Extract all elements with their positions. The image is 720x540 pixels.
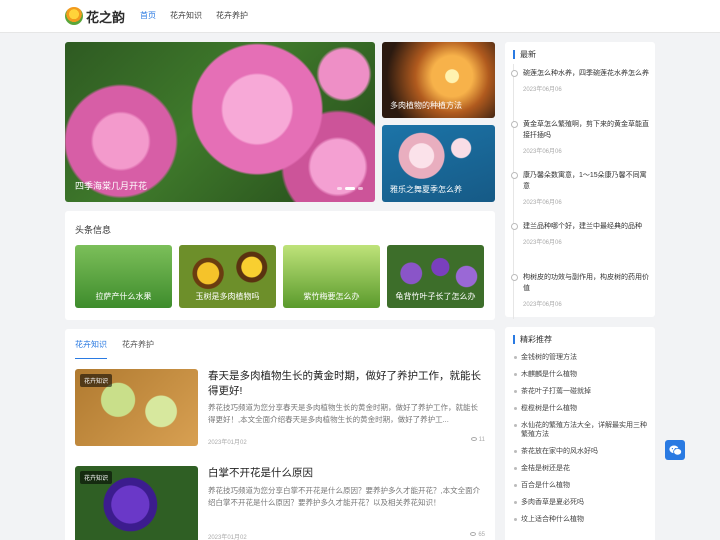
latest-item-date: 2023年06月06 — [523, 87, 562, 93]
nav-flower-care[interactable]: 花卉养护 — [216, 10, 248, 21]
recommend-item[interactable]: 茶花放在家中的风水好吗 — [513, 443, 651, 460]
flower-logo-icon — [65, 7, 83, 25]
logo-text: 花之韵 — [86, 9, 126, 25]
latest-item[interactable]: 碗莲怎么种水养，四季碗莲花水养怎么养 2023年06月06 — [511, 64, 651, 115]
recommend-item[interactable]: 榄榄树是什么植物 — [513, 400, 651, 417]
category-badge: 花卉知识 — [80, 374, 113, 387]
category-badge: 花卉知识 — [80, 471, 113, 484]
eye-icon — [470, 532, 477, 537]
latest-item-title: 碗莲怎么种水养，四季碗莲花水养怎么养 — [523, 70, 649, 77]
article-list-section: 花卉知识 花卉养护 花卉知识 春天是多肉植物生长的黄金时期，做好了养护工作，就能… — [65, 329, 495, 540]
article-item: 花卉知识 白掌不开花是什么原因 养花技巧频道为您分享白掌不开花是什么原因？要养护… — [75, 466, 485, 540]
hero-side-card-2[interactable]: 雅乐之舞夏季怎么养 — [382, 125, 495, 202]
view-count: 11 — [478, 437, 485, 443]
headline-item-caption: 玉树是多肉植物吗 — [195, 292, 260, 301]
article-views: 65 — [470, 532, 485, 540]
latest-item-date: 2023年06月06 — [523, 302, 562, 308]
latest-timeline: 碗莲怎么种水养，四季碗莲花水养怎么养 2023年06月06 黄金草怎么繁殖啊，剪下… — [511, 64, 651, 319]
article-date: 2023年01月02 — [208, 440, 247, 446]
article-title[interactable]: 白掌不开花是什么原因 — [208, 466, 485, 481]
article-date: 2023年01月02 — [208, 535, 247, 540]
latest-section: 最新 碗莲怎么种水养，四季碗莲花水养怎么养 2023年06月06 黄金草怎么繁殖啊… — [505, 42, 655, 319]
latest-item[interactable]: 建兰品种哪个好，建兰中最经典的品种 2023年06月06 — [511, 217, 651, 268]
article-tabs: 花卉知识 花卉养护 — [75, 339, 169, 359]
headline-item[interactable]: 拉萨产什么水果 — [75, 245, 172, 308]
article-desc: 养花技巧频道为您分享白掌不开花是什么原因？要养护多久才能开花？,本文全面介绍白掌… — [208, 486, 481, 507]
article-meta: 2023年01月02 65 — [208, 532, 485, 540]
latest-item-title: 康乃馨朵数寓意，1〜15朵康乃馨不同寓意 — [523, 172, 647, 190]
article-item: 花卉知识 春天是多肉植物生长的黄金时期，做好了养护工作，就能长得更好! 养花技巧… — [75, 369, 485, 449]
main-nav: 首页 花卉知识 花卉养护 — [140, 10, 262, 21]
latest-item-title: 建兰品种哪个好，建兰中最经典的品种 — [523, 223, 642, 230]
headline-thumbs: 拉萨产什么水果 玉树是多肉植物吗 紫竹梅要怎么办 龟背竹叶子长了怎么办 — [75, 245, 484, 308]
latest-item-date: 2023年06月06 — [523, 240, 562, 246]
recommend-item[interactable]: 金桔是树还是花 — [513, 460, 651, 477]
headline-title: 头条信息 — [75, 225, 112, 235]
recommend-item[interactable]: 百合是什么植物 — [513, 477, 651, 494]
latest-item[interactable]: 黄金草怎么繁殖啊，剪下来的黄金草能直接扦插吗 2023年06月06 — [511, 115, 651, 166]
recommend-item[interactable]: 茶花叶子打蔫一碰就掉 — [513, 383, 651, 400]
hero-side-caption-1: 多肉植物的种植方法 — [390, 101, 462, 110]
article-thumbnail[interactable]: 花卉知识 — [75, 369, 198, 446]
recommend-item[interactable]: 多肉香草是夏必死吗 — [513, 494, 651, 511]
latest-item[interactable]: 枸树皮的功效与副作用，构皮树的药用价值 2023年06月06 — [511, 268, 651, 319]
hero-side-card-1[interactable]: 多肉植物的种植方法 — [382, 42, 495, 118]
recommend-item[interactable]: 水仙花的繁殖方法大全，详解最实用三种繁殖方法 — [513, 417, 651, 443]
site-logo[interactable]: 花之韵 — [65, 6, 125, 26]
recommend-item[interactable]: 坟上适合种什么植物 — [513, 511, 651, 528]
latest-item-date: 2023年06月06 — [523, 149, 562, 155]
latest-item-title: 黄金草怎么繁殖啊，剪下来的黄金草能直接扦插吗 — [523, 121, 649, 139]
eye-icon — [470, 437, 477, 442]
recommend-list: 金钱树的管理方法 木麒麟是什么植物 茶花叶子打蔫一碰就掉 榄榄树是什么植物 水仙… — [513, 349, 651, 528]
hero-main-slide[interactable]: 四季海棠几月开花 — [65, 42, 375, 202]
carousel-dot-active[interactable] — [345, 187, 355, 190]
headline-item-caption: 紫竹梅要怎么办 — [303, 292, 360, 301]
recommend-item[interactable]: 木麒麟是什么植物 — [513, 366, 651, 383]
headline-item-caption: 龟背竹叶子长了怎么办 — [395, 292, 476, 301]
tab-flower-knowledge[interactable]: 花卉知识 — [75, 339, 107, 359]
hero-side-caption-2: 雅乐之舞夏季怎么养 — [390, 185, 462, 194]
latest-title: 最新 — [513, 50, 536, 59]
recommend-item[interactable]: 金钱树的管理方法 — [513, 349, 651, 366]
article-views: 11 — [470, 437, 485, 446]
latest-item-title: 枸树皮的功效与副作用，构皮树的药用价值 — [523, 274, 649, 292]
article-thumbnail[interactable]: 花卉知识 — [75, 466, 198, 540]
tab-flower-care[interactable]: 花卉养护 — [122, 339, 154, 359]
headline-item-caption: 拉萨产什么水果 — [95, 292, 152, 301]
headline-section: 头条信息 拉萨产什么水果 玉树是多肉植物吗 紫竹梅要怎么办 龟背竹叶子长了怎么办 — [65, 211, 495, 320]
carousel-dot[interactable] — [358, 187, 363, 190]
recommend-title: 精彩推荐 — [513, 335, 552, 344]
nav-home[interactable]: 首页 — [140, 10, 156, 21]
site-header: 花之韵 首页 花卉知识 花卉养护 — [0, 0, 720, 33]
article-meta: 2023年01月02 11 — [208, 437, 485, 446]
recommend-section: 精彩推荐 金钱树的管理方法 木麒麟是什么植物 茶花叶子打蔫一碰就掉 榄榄树是什么… — [505, 327, 655, 540]
headline-item[interactable]: 龟背竹叶子长了怎么办 — [387, 245, 484, 308]
wechat-float-button[interactable] — [665, 440, 685, 460]
latest-item[interactable]: 康乃馨朵数寓意，1〜15朵康乃馨不同寓意 2023年06月06 — [511, 166, 651, 217]
nav-flower-knowledge[interactable]: 花卉知识 — [170, 10, 202, 21]
carousel-dots — [337, 187, 363, 190]
wechat-icon — [668, 445, 682, 455]
hero-main-caption: 四季海棠几月开花 — [75, 181, 148, 191]
headline-item[interactable]: 紫竹梅要怎么办 — [283, 245, 380, 308]
view-count: 65 — [478, 532, 485, 538]
headline-item[interactable]: 玉树是多肉植物吗 — [179, 245, 276, 308]
article-desc: 养花技巧频道为您分享春天是多肉植物生长的黄金时期，做好了养护工作，就能长得更好！… — [208, 403, 478, 424]
article-title[interactable]: 春天是多肉植物生长的黄金时期，做好了养护工作，就能长得更好! — [208, 369, 485, 399]
latest-item-date: 2023年06月06 — [523, 200, 562, 206]
carousel-dot[interactable] — [337, 187, 342, 190]
